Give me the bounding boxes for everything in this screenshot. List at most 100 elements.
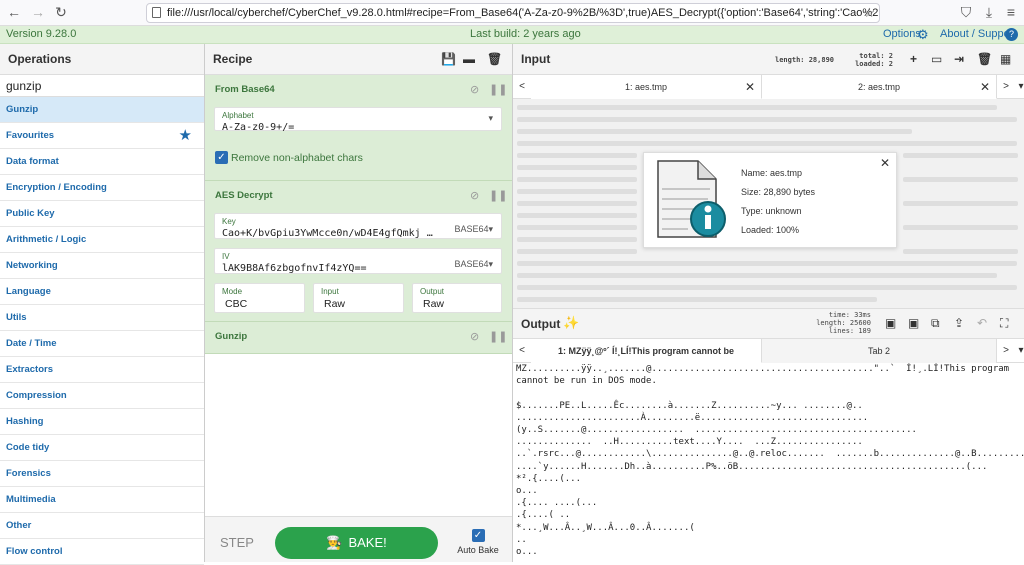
disable-icon[interactable]: ⊘ xyxy=(470,330,479,343)
bake-label: BAKE! xyxy=(348,535,387,550)
category-language[interactable]: Language xyxy=(0,279,204,305)
key-field[interactable]: Key Cao+K/bvGpiu3YwMcce0n/wD4E4gfQmkj … … xyxy=(214,213,502,239)
save-icon[interactable]: 💾 xyxy=(441,44,456,75)
undo-icon[interactable]: ↶ xyxy=(977,316,987,330)
save-all-icon[interactable]: ▣ xyxy=(908,316,919,330)
category-other[interactable]: Other xyxy=(0,513,204,539)
category-favourites[interactable]: Favourites ★ xyxy=(0,123,204,149)
input-line xyxy=(903,225,1018,230)
folder-icon[interactable]: ▬ xyxy=(463,44,475,75)
category-data-format[interactable]: Data format xyxy=(0,149,204,175)
url-text: file:///usr/local/cyberchef/CyberChef_v9… xyxy=(167,7,880,19)
output-format-select[interactable]: Output Raw xyxy=(412,283,502,313)
auto-bake-toggle[interactable]: ✓ Auto Bake xyxy=(453,529,503,555)
disable-icon[interactable]: ⊘ xyxy=(470,83,479,96)
io-panel: Input length: 28,890 total: 2 loaded: 2 … xyxy=(513,44,1024,562)
output-tab-bar: < 1: MZÿÿ¸@º´ Í!¸LÍ!This program cannot … xyxy=(513,339,1024,363)
pause-icon[interactable]: ❚❚ xyxy=(489,189,507,202)
category-date-time[interactable]: Date / Time xyxy=(0,331,204,357)
operations-search-input[interactable]: gunzip xyxy=(0,75,204,97)
help-icon[interactable]: ? xyxy=(1005,28,1018,41)
open-file-icon[interactable]: ⇥ xyxy=(954,44,964,75)
category-hashing[interactable]: Hashing xyxy=(0,409,204,435)
disable-icon[interactable]: ⊘ xyxy=(470,189,479,202)
category-networking[interactable]: Networking xyxy=(0,253,204,279)
reload-icon[interactable]: ↻ xyxy=(53,4,69,20)
bake-button[interactable]: 👨‍🍳 BAKE! xyxy=(275,527,438,559)
field-label: Output xyxy=(420,287,445,296)
category-compression[interactable]: Compression xyxy=(0,383,204,409)
replace-input-icon[interactable]: ⇪ xyxy=(954,316,964,330)
category-forensics[interactable]: Forensics xyxy=(0,461,204,487)
downloads-icon[interactable]: ⤓ xyxy=(981,4,997,20)
input-line xyxy=(903,153,1018,158)
output-text-area[interactable]: MZ..........ÿÿ..¸.......@...............… xyxy=(513,363,1024,562)
category-utils[interactable]: Utils xyxy=(0,305,204,331)
magic-wand-icon[interactable]: ✨ xyxy=(563,315,579,331)
tab-left-arrow-icon[interactable]: < xyxy=(513,75,531,99)
input-line xyxy=(517,105,997,110)
close-tab-icon[interactable]: ✕ xyxy=(980,75,990,99)
menu-icon[interactable]: ≡ xyxy=(1003,4,1019,20)
category-flow-control[interactable]: Flow control xyxy=(0,539,204,565)
category-code-tidy[interactable]: Code tidy xyxy=(0,435,204,461)
clear-input-icon[interactable]: 🗑 xyxy=(977,44,992,75)
input-header: Input length: 28,890 total: 2 loaded: 2 … xyxy=(513,44,1024,75)
category-encryption[interactable]: Encryption / Encoding xyxy=(0,175,204,201)
copy-icon[interactable]: ⧉ xyxy=(931,316,940,331)
save-output-icon[interactable]: ▣ xyxy=(885,316,896,330)
auto-bake-checkbox[interactable]: ✓ xyxy=(471,529,485,542)
close-tab-icon[interactable]: ✕ xyxy=(745,75,755,99)
step-button[interactable]: STEP xyxy=(220,535,254,550)
layout-icon[interactable]: ▦ xyxy=(1000,44,1011,75)
input-tab-1[interactable]: 1: aes.tmp ✕ xyxy=(531,75,762,99)
input-format-select[interactable]: Input Raw xyxy=(313,283,404,313)
key-type-dropdown[interactable]: BASE64▾ xyxy=(454,224,493,235)
ingredient-aes-decrypt: AES Decrypt ⊘ ❚❚ Key Cao+K/bvGpiu3YwMcce… xyxy=(205,181,512,322)
url-bar[interactable]: file:///usr/local/cyberchef/CyberChef_v9… xyxy=(146,3,880,23)
pause-icon[interactable]: ❚❚ xyxy=(489,83,507,96)
iv-type-dropdown[interactable]: BASE64▾ xyxy=(454,259,493,270)
field-value: CBC xyxy=(225,298,248,310)
tab-menu-icon[interactable]: ▾ xyxy=(1012,339,1024,363)
tab-label: 1: aes.tmp xyxy=(624,82,668,92)
op-gunzip[interactable]: Gunzip xyxy=(0,97,204,123)
category-public-key[interactable]: Public Key xyxy=(0,201,204,227)
maximise-icon[interactable]: ⛶ xyxy=(1000,316,1008,331)
checkbox-label: Remove non-alphabet chars xyxy=(231,152,363,164)
bookmark-star-icon[interactable]: ☆ xyxy=(863,4,875,22)
iv-field[interactable]: IV lAK9B8Af6zbgofnvIf4zYQ== BASE64▾ xyxy=(214,248,502,274)
page-icon xyxy=(152,7,161,18)
options-link[interactable]: Options xyxy=(883,26,921,43)
input-line xyxy=(517,285,1017,290)
category-arithmetic[interactable]: Arithmetic / Logic xyxy=(0,227,204,253)
remove-nonalphabet-checkbox[interactable]: ✓ xyxy=(215,151,228,164)
pocket-icon[interactable]: ⛉ xyxy=(958,4,974,20)
tab-menu-icon[interactable]: ▾ xyxy=(1012,75,1024,99)
input-line xyxy=(903,201,1018,206)
forward-icon[interactable]: → xyxy=(30,4,46,20)
alphabet-field[interactable]: Alphabet A-Za-z0-9+/= ▾ xyxy=(214,107,502,133)
tab-left-arrow-icon[interactable]: < xyxy=(513,339,531,363)
trash-icon[interactable]: 🗑 xyxy=(487,44,502,75)
field-value: Cao+K/bvGpiu3YwMcce0n/wD4E4gfQmkj … xyxy=(222,228,433,239)
mode-select[interactable]: Mode CBC xyxy=(214,283,305,313)
field-value: A-Za-z0-9+/= xyxy=(222,122,295,133)
input-tab-2[interactable]: 2: aes.tmp ✕ xyxy=(762,75,997,99)
pause-icon[interactable]: ❚❚ xyxy=(489,330,507,343)
back-icon[interactable]: ← xyxy=(6,4,22,20)
add-tab-icon[interactable]: + xyxy=(910,44,917,75)
output-tab-1[interactable]: 1: MZÿÿ¸@º´ Í!¸LÍ!This program cannot be xyxy=(531,339,762,363)
dropdown-caret-icon[interactable]: ▾ xyxy=(488,113,493,124)
category-extractors[interactable]: Extractors xyxy=(0,357,204,383)
bake-bar: STEP 👨‍🍳 BAKE! ✓ Auto Bake xyxy=(205,516,512,562)
input-line xyxy=(517,201,637,206)
category-multimedia[interactable]: Multimedia xyxy=(0,487,204,513)
file-name: Name: aes.tmp xyxy=(741,168,803,178)
close-icon[interactable]: ✕ xyxy=(880,156,890,170)
open-folder-icon[interactable]: ▭ xyxy=(931,44,942,75)
input-line xyxy=(517,117,1017,122)
output-tab-2[interactable]: Tab 2 xyxy=(762,339,997,363)
gear-icon[interactable]: ⚙ xyxy=(917,27,929,42)
ingredient-title: From Base64 xyxy=(215,84,275,95)
